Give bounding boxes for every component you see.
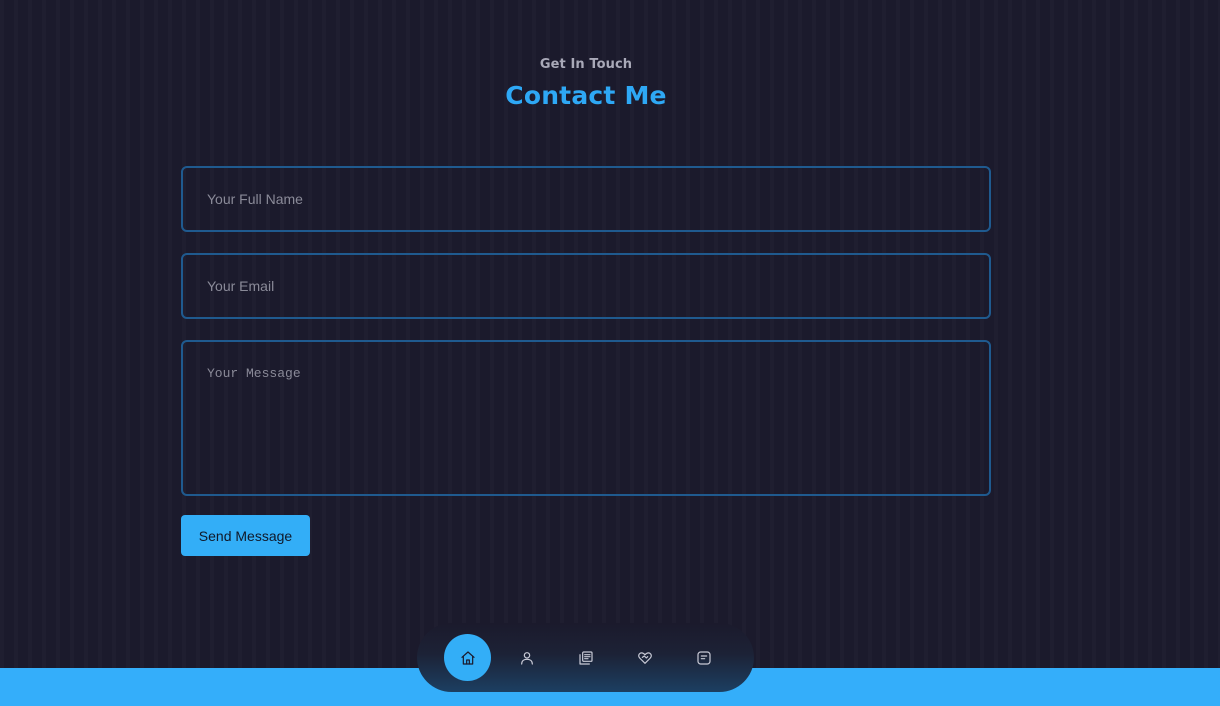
page-title: Contact Me	[505, 81, 667, 110]
dock-item-portfolio[interactable]	[562, 634, 609, 681]
book-icon	[578, 650, 593, 665]
dock-item-about[interactable]	[503, 634, 550, 681]
dock-item-services[interactable]	[621, 634, 668, 681]
bottom-dock-nav	[417, 623, 754, 692]
dock-item-contact[interactable]	[680, 634, 727, 681]
message-textarea[interactable]	[181, 340, 991, 496]
full-name-input[interactable]	[181, 166, 991, 232]
home-icon	[460, 650, 475, 665]
email-input[interactable]	[181, 253, 991, 319]
dock-item-home[interactable]	[444, 634, 491, 681]
message-icon	[696, 650, 711, 665]
section-eyebrow: Get In Touch	[539, 57, 633, 72]
handshake-icon	[637, 651, 652, 664]
user-icon	[520, 651, 533, 665]
send-message-button[interactable]: Send Message	[181, 515, 310, 556]
contact-form	[181, 166, 991, 496]
